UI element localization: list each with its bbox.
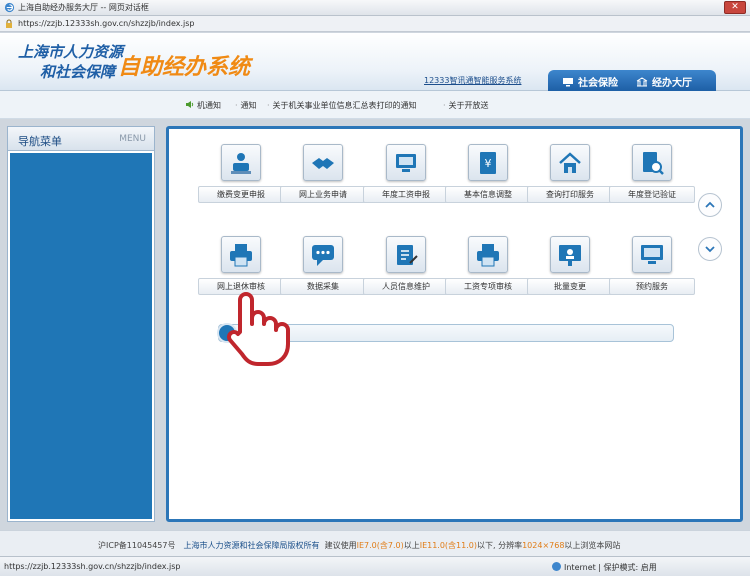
logo-line2: 和社会保障: [40, 63, 116, 81]
sidebar-menu-label[interactable]: MENU: [119, 134, 146, 144]
chat-icon: [303, 236, 343, 273]
notice-item[interactable]: 机通知: [197, 100, 221, 111]
hand-pointer-icon: [227, 292, 290, 366]
tile-label: 工资专项审核: [445, 278, 531, 295]
tile-wage-review[interactable]: 工资专项审核: [445, 236, 531, 296]
monitor-icon: [632, 236, 672, 273]
tile-annual-verify[interactable]: 年度登记验证: [609, 144, 695, 204]
window-titlebar: 上海自助经办服务大厅 -- 网页对话框 ✕: [0, 0, 750, 16]
home-icon: [550, 144, 590, 181]
copyright-org: 上海市人力资源和社会保障局版权所有: [183, 541, 320, 550]
printer-icon: [468, 236, 508, 273]
lock-icon: [6, 19, 12, 28]
tile-label: 预约服务: [609, 278, 695, 295]
chevron-up-icon: [705, 201, 715, 208]
monitor-icon: [386, 144, 426, 181]
footer-text: 沪ICP备11045457号 上海市人力资源和社会保障局版权所有 建议使用IE7.…: [98, 541, 621, 550]
icp-number[interactable]: 沪ICP备11045457号: [98, 541, 176, 550]
nav-sidebar: 导航菜单 MENU: [7, 126, 155, 522]
edit-document-icon: [386, 236, 426, 273]
tile-data-collect[interactable]: 数据采集: [280, 236, 366, 296]
sidebar-header: 导航菜单 MENU: [8, 127, 154, 151]
tab-label: 经办大厅: [652, 78, 692, 89]
tile-label: 查询打印服务: [527, 186, 613, 203]
system-name: 自助经办系统: [118, 54, 251, 80]
tile-payment-change[interactable]: 缴费变更申报: [198, 144, 284, 204]
window-title: 上海自助经办服务大厅 -- 网页对话框: [18, 3, 149, 12]
ie-logo-icon: [4, 2, 15, 13]
person-desk-icon: [221, 144, 261, 181]
browser-statusbar: https://zzjb.12333sh.gov.cn/shzzjb/index…: [0, 556, 750, 576]
document-yen-icon: ¥: [468, 144, 508, 181]
tile-label: 基本信息调整: [445, 186, 531, 203]
notice-item[interactable]: · 通知: [235, 100, 257, 111]
tile-label: 网上业务申请: [280, 186, 366, 203]
monitor-icon: [563, 78, 573, 87]
tab-label: 社会保险: [578, 78, 618, 89]
printer-icon: [221, 236, 261, 273]
chevron-down-icon: [705, 246, 715, 253]
presentation-icon: [550, 236, 590, 273]
security-zone: Internet | 保护模式: 启用: [552, 562, 657, 573]
tile-online-apply[interactable]: 网上业务申请: [280, 144, 366, 204]
tile-label: 人员信息维护: [363, 278, 449, 295]
address-url: https://zzjb.12333sh.gov.cn/shzzjb/index…: [18, 19, 195, 28]
scroll-up-button[interactable]: [698, 193, 722, 217]
helpline-link[interactable]: 12333智讯通智能服务系统: [424, 75, 521, 86]
tile-person-info[interactable]: 人员信息维护: [363, 236, 449, 296]
tile-batch-change[interactable]: 批量变更: [527, 236, 613, 296]
speaker-icon: [186, 101, 194, 108]
tile-label: 缴费变更申报: [198, 186, 284, 203]
tile-annual-wage[interactable]: 年度工资申报: [363, 144, 449, 204]
site-logo[interactable]: 上海市人力资源 和社会保障 自助经办系统: [18, 39, 263, 85]
top-tabs: 社会保险 经办大厅: [548, 70, 716, 92]
svg-text:¥: ¥: [485, 157, 492, 170]
sidebar-body: [10, 153, 152, 519]
tile-retirement-review[interactable]: 网上退休审核: [198, 236, 284, 296]
notice-item[interactable]: · 关于开放送: [443, 100, 489, 111]
site-footer: 沪ICP备11045457号 上海市人力资源和社会保障局版权所有 建议使用IE7.…: [0, 530, 750, 556]
search-document-icon: [632, 144, 672, 181]
notice-item[interactable]: · 关于机关事业单位信息汇总表打印的通知: [267, 100, 417, 111]
tile-label: 年度工资申报: [363, 186, 449, 203]
tile-appointment[interactable]: 预约服务: [609, 236, 695, 296]
close-button[interactable]: ✕: [724, 1, 746, 14]
building-icon: [636, 77, 648, 87]
tile-query-print[interactable]: 查询打印服务: [527, 144, 613, 204]
scroll-down-button[interactable]: [698, 237, 722, 261]
notice-bar: 机通知 · 通知 · 关于机关事业单位信息汇总表打印的通知 · 关于开放送: [0, 91, 750, 119]
logo-line1: 上海市人力资源: [18, 43, 124, 61]
tile-label: 批量变更: [527, 278, 613, 295]
handshake-icon: [303, 144, 343, 181]
sidebar-title: 导航菜单: [18, 135, 62, 148]
tab-social-insurance[interactable]: 社会保险: [562, 74, 618, 89]
status-url: https://zzjb.12333sh.gov.cn/shzzjb/index…: [4, 562, 181, 571]
tile-label: 年度登记验证: [609, 186, 695, 203]
site-header: 上海市人力资源 和社会保障 自助经办系统 12333智讯通智能服务系统 社会保险…: [0, 33, 750, 92]
globe-icon: [552, 562, 561, 571]
address-bar[interactable]: https://zzjb.12333sh.gov.cn/shzzjb/index…: [0, 16, 750, 32]
tab-service-hall[interactable]: 经办大厅: [636, 74, 692, 89]
tile-basic-info[interactable]: ¥ 基本信息调整: [445, 144, 531, 204]
